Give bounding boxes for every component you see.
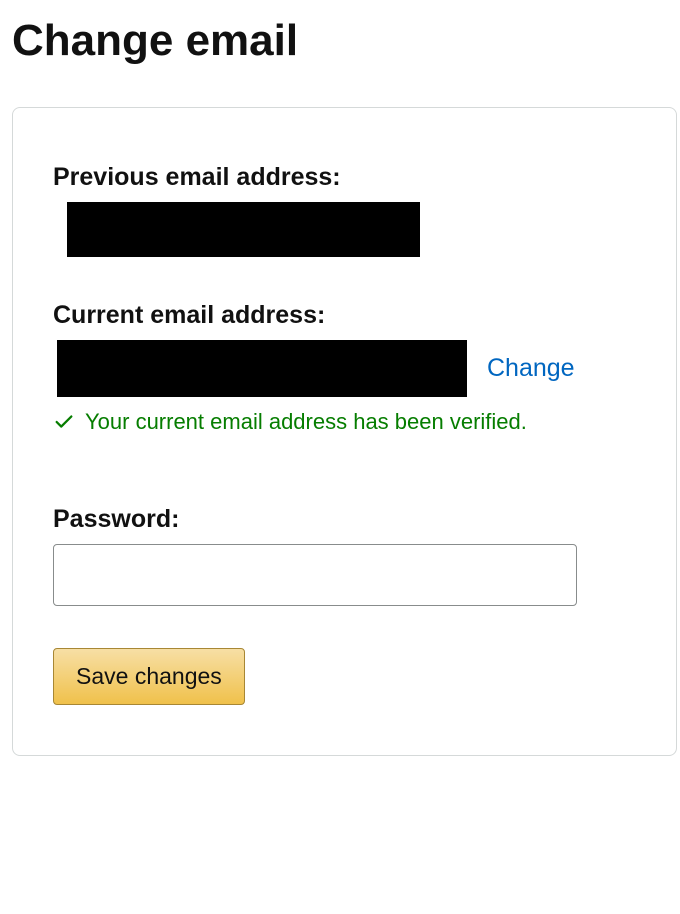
current-email-value: [57, 340, 467, 397]
verified-row: Your current email address has been veri…: [53, 409, 636, 435]
password-label: Password:: [53, 505, 636, 534]
save-changes-button[interactable]: Save changes: [53, 648, 245, 705]
page-title: Change email: [0, 0, 680, 77]
current-email-row: Change: [53, 340, 636, 397]
change-email-card: Previous email address: Current email ad…: [12, 107, 677, 756]
checkmark-icon: [53, 411, 75, 433]
password-input[interactable]: [53, 544, 577, 606]
previous-email-value: [67, 202, 420, 257]
previous-email-label: Previous email address:: [53, 163, 636, 192]
change-email-link[interactable]: Change: [487, 354, 575, 383]
current-email-label: Current email address:: [53, 301, 636, 330]
verified-message: Your current email address has been veri…: [85, 409, 527, 435]
